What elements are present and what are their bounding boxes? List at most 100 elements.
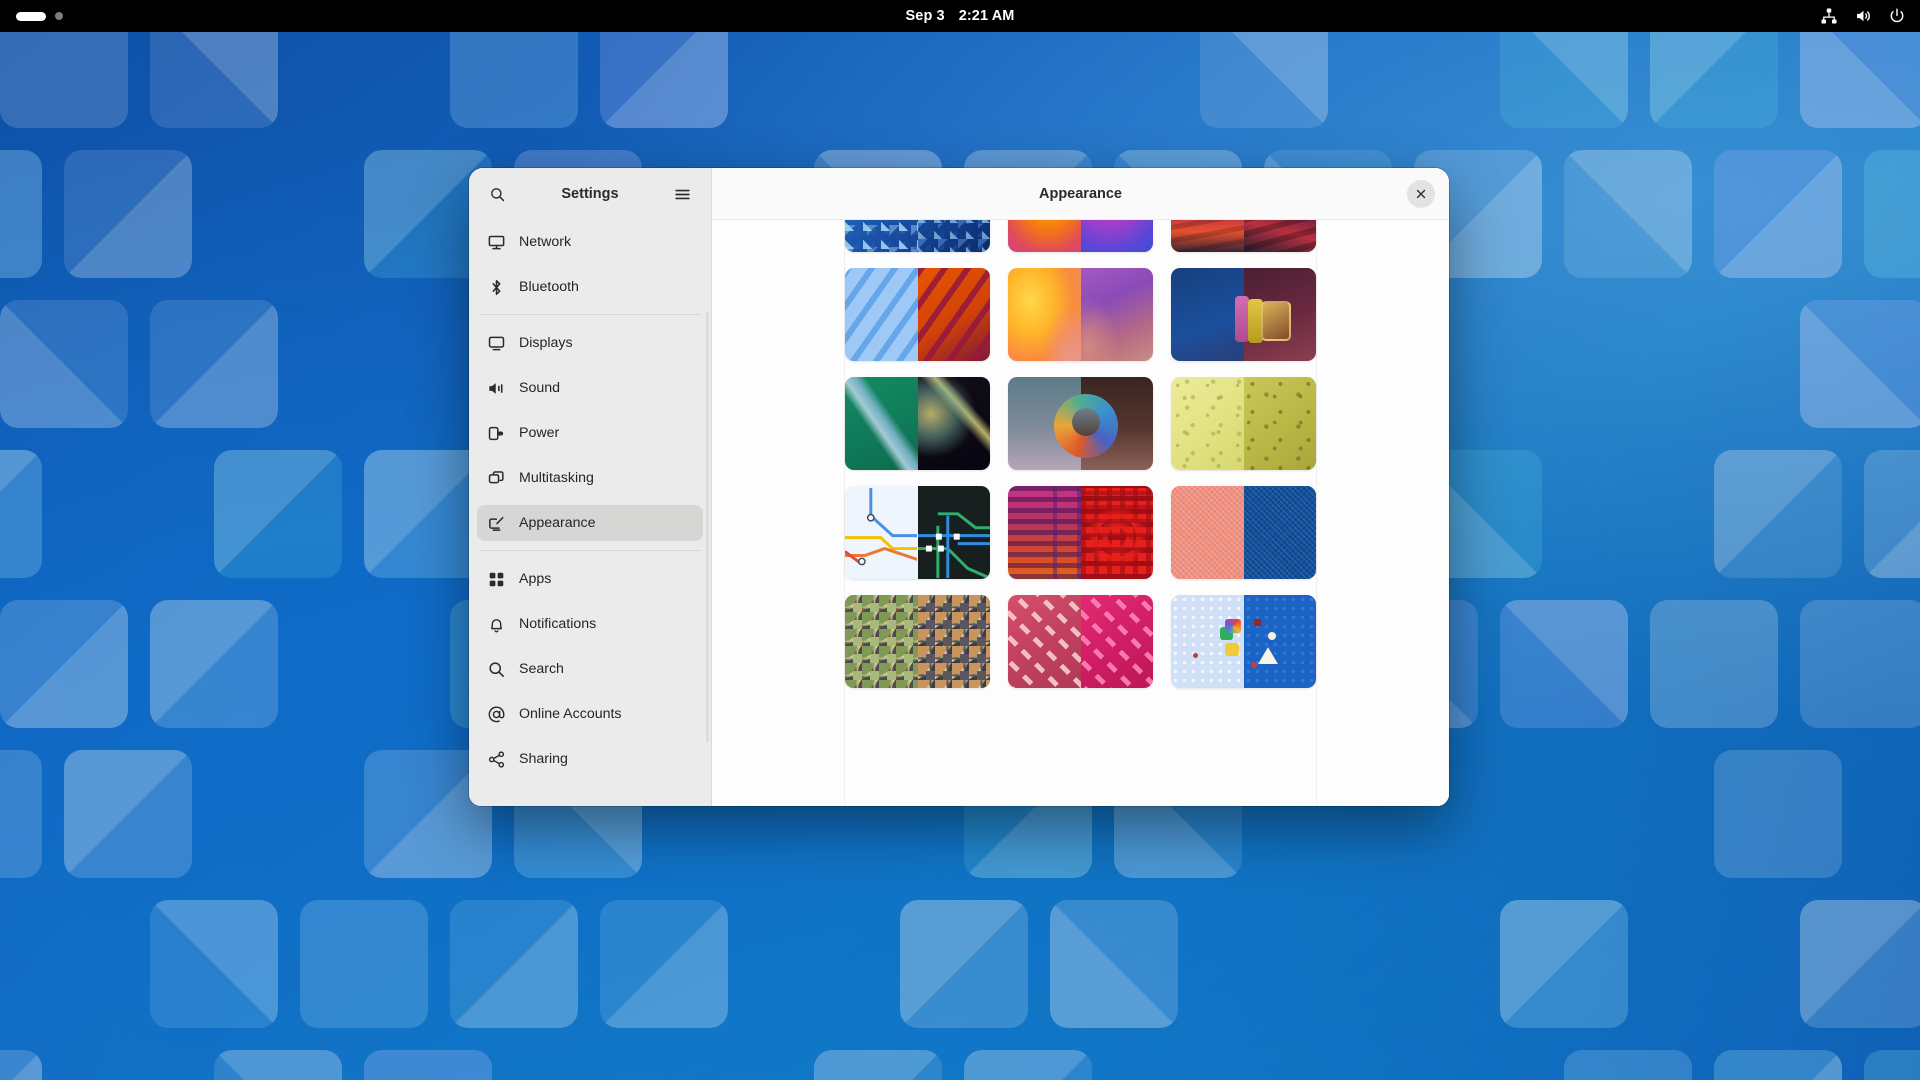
close-window-button[interactable] xyxy=(1407,179,1435,208)
wallpaper-tile xyxy=(1864,150,1920,278)
search-button[interactable] xyxy=(482,179,512,209)
sidebar-item-appearance[interactable]: Appearance xyxy=(477,505,703,541)
bluetooth-icon xyxy=(492,279,501,295)
date-label: Sep 3 xyxy=(905,8,945,24)
sidebar-item-label: Bluetooth xyxy=(519,279,579,295)
wallpaper-yellow-symbol-scatter[interactable] xyxy=(1171,377,1316,470)
sidebar-item-power[interactable]: Power xyxy=(477,415,703,451)
wallpaper-blue-triangles-mosaic[interactable] xyxy=(845,220,990,252)
wallpaper-tile xyxy=(0,750,42,878)
search-icon xyxy=(489,661,504,677)
display-icon xyxy=(488,336,505,350)
wallpaper-blue-confetti-icons[interactable] xyxy=(1171,595,1316,688)
wallpaper-tile xyxy=(214,450,342,578)
wallpaper-tile xyxy=(600,900,728,1028)
sidebar-item-search[interactable]: Search xyxy=(477,651,703,687)
wallpaper-tile xyxy=(1650,600,1778,728)
appearance-pane: Appearance xyxy=(712,168,1449,806)
sidebar-nav-list[interactable]: Network Bluetooth Displays Sound Power M… xyxy=(469,220,711,806)
wallpaper-grid[interactable] xyxy=(712,220,1449,708)
clock-button[interactable]: Sep 3 2:21 AM xyxy=(906,0,1015,32)
wallpaper-tile xyxy=(450,900,578,1028)
wallpaper-tile xyxy=(0,1050,42,1080)
wallpaper-scroll-area[interactable] xyxy=(712,220,1449,806)
wallpaper-tile xyxy=(0,600,128,728)
workspace-active-pill[interactable] xyxy=(16,11,46,21)
sidebar-item-label: Appearance xyxy=(519,515,596,531)
sidebar-item-label: Sharing xyxy=(519,751,568,767)
wallpaper-gradient-torus-ring[interactable] xyxy=(1008,377,1153,470)
workspace-indicator[interactable] xyxy=(16,11,63,21)
workspace-inactive-dot[interactable] xyxy=(55,12,63,20)
volume-icon[interactable] xyxy=(1854,7,1872,25)
sidebar-item-online-accounts[interactable]: Online Accounts xyxy=(477,696,703,732)
system-tray[interactable] xyxy=(1820,0,1906,32)
time-label: 2:21 AM xyxy=(958,8,1015,24)
wallpaper-earth-tone-quarter-circles[interactable] xyxy=(845,595,990,688)
wallpaper-tile xyxy=(1864,450,1920,578)
wallpaper-tile xyxy=(900,900,1028,1028)
wallpaper-layered-cube-3d[interactable] xyxy=(1171,268,1316,361)
sidebar-item-sound[interactable]: Sound xyxy=(477,370,703,406)
sidebar-scrollbar[interactable] xyxy=(706,312,709,742)
wallpaper-tile xyxy=(1800,300,1920,428)
bell-icon xyxy=(491,618,502,633)
multitasking-icon xyxy=(488,470,504,483)
wallpaper-tile xyxy=(1714,450,1842,578)
sidebar-item-bluetooth[interactable]: Bluetooth xyxy=(477,269,703,305)
sidebar-item-network[interactable]: Network xyxy=(477,224,703,260)
wallpaper-tile xyxy=(0,450,42,578)
main-menu-button[interactable] xyxy=(667,179,697,209)
power-plug-icon xyxy=(488,426,504,440)
wallpaper-red-magenta-maze[interactable] xyxy=(1008,486,1153,579)
wallpaper-tile xyxy=(814,1050,942,1080)
wallpaper-blue-orange-drip[interactable] xyxy=(845,268,990,361)
wallpaper-pink-capsule-bumps[interactable] xyxy=(1008,595,1153,688)
wallpaper-tile xyxy=(1564,1050,1692,1080)
close-icon xyxy=(1416,189,1426,198)
sidebar-header: Settings xyxy=(469,168,711,220)
wallpaper-transit-map-lines[interactable] xyxy=(845,486,990,579)
wallpaper-row xyxy=(845,377,1316,470)
wallpaper-tile xyxy=(1864,1050,1920,1080)
wallpaper-dark-red-waves[interactable] xyxy=(1171,220,1316,252)
wallpaper-tile xyxy=(1714,1050,1842,1080)
wallpaper-green-iridescent-swoosh[interactable] xyxy=(845,377,990,470)
wallpaper-tile xyxy=(64,150,192,278)
at-sign-icon xyxy=(488,705,505,722)
wallpaper-tile xyxy=(364,1050,492,1080)
sidebar-item-multitasking[interactable]: Multitasking xyxy=(477,460,703,496)
wallpaper-tile xyxy=(0,150,42,278)
sidebar-item-label: Network xyxy=(519,234,572,250)
sidebar-item-label: Sound xyxy=(519,380,561,396)
network-wired-icon[interactable] xyxy=(1820,7,1838,25)
wallpaper-tile xyxy=(1800,600,1920,728)
sidebar-item-apps[interactable]: Apps xyxy=(477,561,703,597)
settings-window: Settings Network Bluetooth Displays Soun… xyxy=(469,168,1449,806)
wallpaper-coral-blue-split[interactable] xyxy=(1171,486,1316,579)
apps-grid-icon xyxy=(489,572,504,586)
wallpaper-amber-purple-petal[interactable] xyxy=(1008,268,1153,361)
sidebar-divider xyxy=(479,550,701,551)
content-header: Appearance xyxy=(712,168,1449,220)
sidebar-item-label: Multitasking xyxy=(519,470,594,486)
wallpaper-row xyxy=(845,486,1316,579)
sidebar-item-displays[interactable]: Displays xyxy=(477,325,703,361)
sidebar-item-label: Apps xyxy=(519,571,552,587)
sidebar-item-label: Search xyxy=(519,661,564,677)
page-title: Appearance xyxy=(1038,185,1122,202)
sidebar-item-label: Power xyxy=(519,425,560,441)
power-icon[interactable] xyxy=(1888,7,1906,25)
wallpaper-row xyxy=(845,268,1316,361)
wallpaper-tile xyxy=(1500,900,1628,1028)
sidebar-divider xyxy=(479,314,701,315)
wallpaper-tile xyxy=(964,1050,1092,1080)
sidebar-item-notifications[interactable]: Notifications xyxy=(477,606,703,642)
sidebar-item-sharing[interactable]: Sharing xyxy=(477,741,703,777)
network-icon xyxy=(488,235,505,249)
wallpaper-orange-magenta-gradient[interactable] xyxy=(1008,220,1153,252)
sidebar-item-label: Online Accounts xyxy=(519,706,622,722)
wallpaper-tile xyxy=(150,600,278,728)
wallpaper-tile xyxy=(64,750,192,878)
share-icon xyxy=(488,750,505,768)
